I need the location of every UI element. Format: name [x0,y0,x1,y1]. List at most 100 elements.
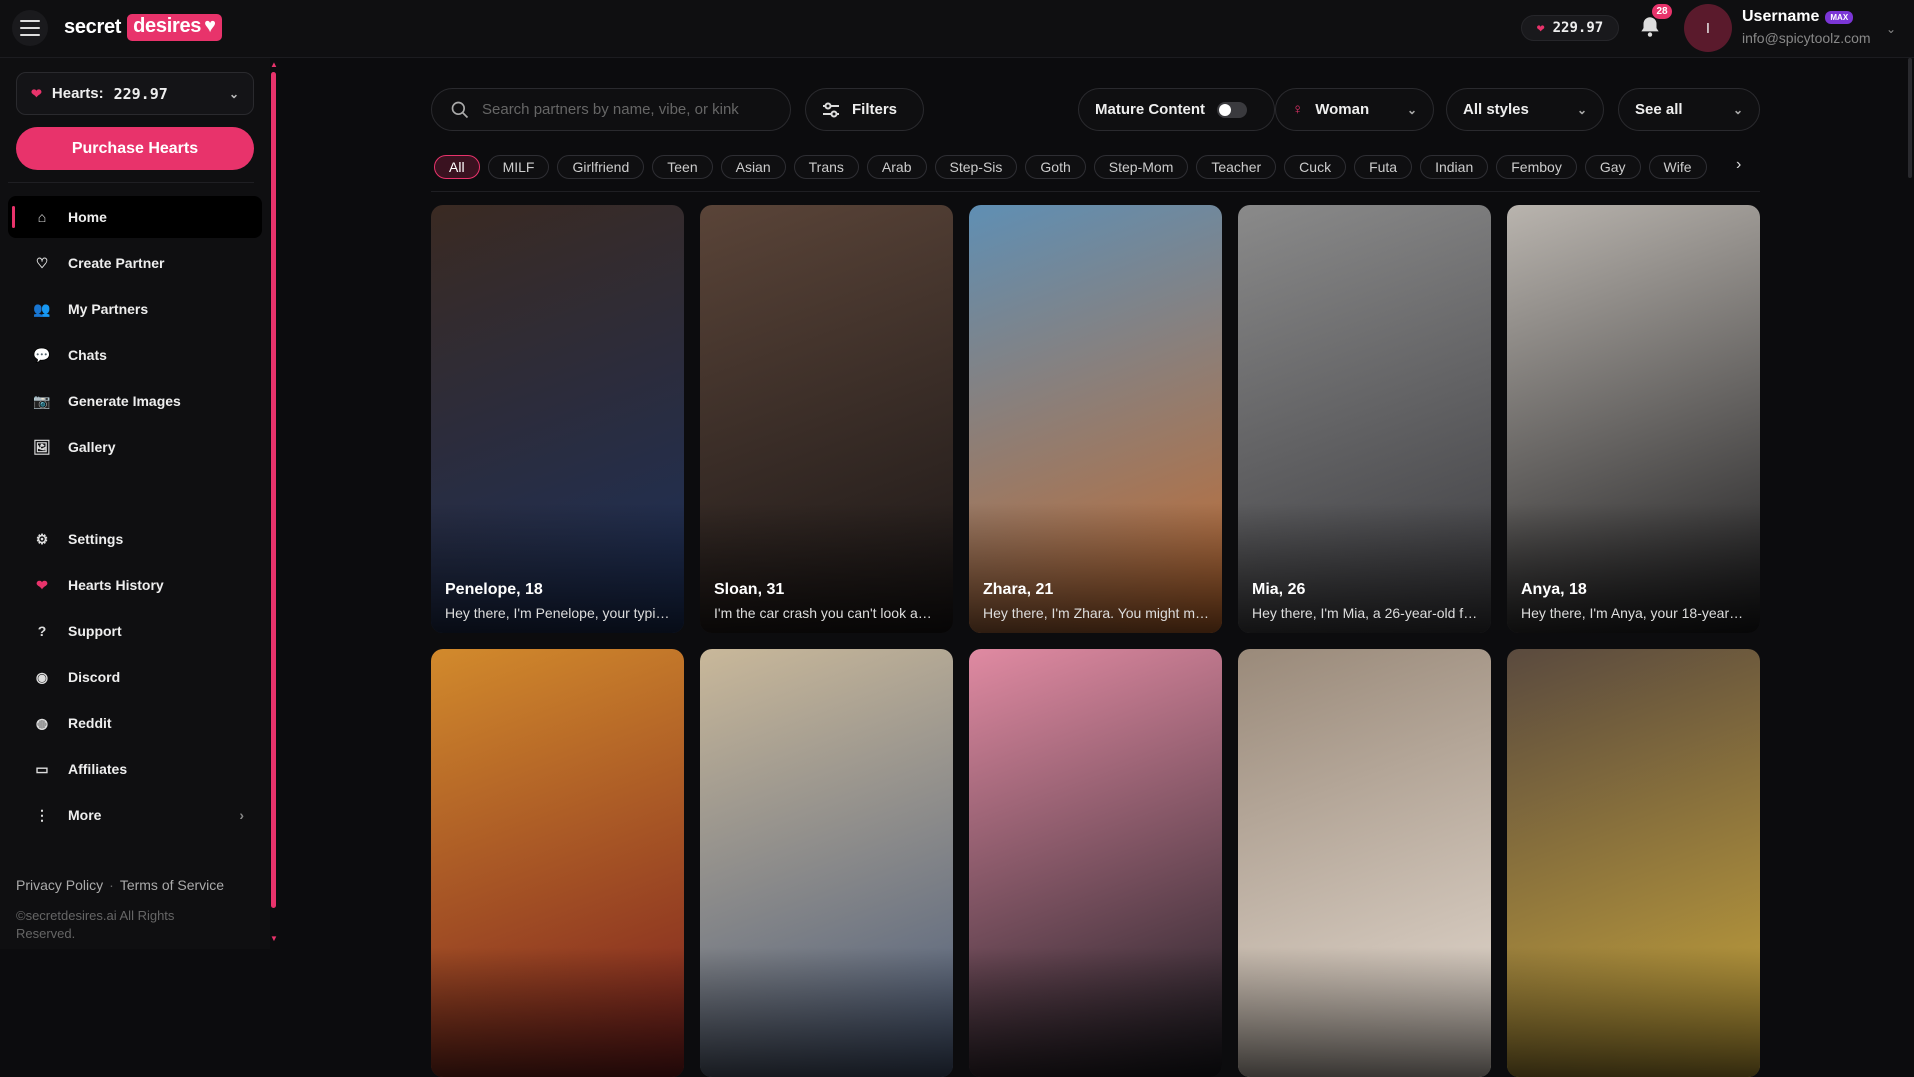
mature-content-toggle[interactable]: Mature Content [1078,88,1275,131]
gallery-icon: 🖼 [33,438,51,455]
sort-select[interactable]: See all ⌄ [1618,88,1760,131]
sidebar-item-label: Affiliates [68,761,128,777]
partner-name: Anya, 18 [1521,581,1587,598]
partner-card[interactable]: Mia, 26 Hey there, I'm Mia, a 26-year-old… [1238,205,1491,633]
sidebar-item-label: Settings [68,531,124,547]
sidebar-item-support[interactable]: ? Support [8,610,262,652]
user-name[interactable]: Username MAX [1742,8,1854,26]
partner-card[interactable] [431,649,684,1077]
toggle-switch[interactable] [1217,101,1247,118]
terms-of-service-link[interactable]: Terms of Service [120,877,224,893]
tag-gay[interactable]: Gay [1584,155,1641,179]
partner-description: I'm the car crash you can't look away fr… [714,605,940,621]
tag-futa[interactable]: Futa [1354,155,1413,179]
sidebar-item-label: Create Partner [68,255,165,271]
privacy-policy-link[interactable]: Privacy Policy [16,877,103,893]
top-bar: secret desires ♥ [0,0,1914,58]
partners-icon: 👥 [33,300,51,317]
sidebar-item-chats[interactable]: 💬 Chats [8,334,262,376]
sliders-icon [823,102,839,117]
home-icon: ⌂ [37,209,47,225]
tag-cuck[interactable]: Cuck [1284,155,1347,179]
tag-goth[interactable]: Goth [1025,155,1086,179]
partner-card[interactable] [1507,649,1760,1077]
sidebar-item-discord[interactable]: ◉ Discord [8,656,262,698]
hearts-value: 229.97 [113,84,168,103]
sidebar-item-my-partners[interactable]: 👥 My Partners [8,288,262,330]
page-scrollbar[interactable] [1908,58,1912,178]
sidebar-item-hearts-history[interactable]: ❤ Hearts History [8,564,262,606]
tag-trans[interactable]: Trans [793,155,859,179]
partner-card[interactable] [1238,649,1491,1077]
tag-teacher[interactable]: Teacher [1196,155,1277,179]
create-partner-icon: ♡ [35,254,49,271]
partner-name: Sloan, 31 [714,581,785,598]
chevron-right-icon[interactable]: › [1736,156,1741,174]
tag-milf[interactable]: MILF [487,155,550,179]
partner-card[interactable]: Sloan, 31 I'm the car crash you can't loo… [700,205,953,633]
hearts-balance-pill[interactable]: ❤ 229.97 [1521,15,1619,41]
partner-card[interactable]: Anya, 18 Hey there, I'm Anya, your 18-yea… [1507,205,1760,633]
sidebar-item-label: Discord [68,669,121,685]
sidebar-item-gallery[interactable]: 🖼 Gallery [8,426,262,468]
scroll-up-arrow-icon[interactable]: ▲ [270,60,278,69]
partner-card[interactable]: Zhara, 21 Hey there, I'm Zhara. You might… [969,205,1222,633]
hearts-dropdown[interactable]: ❤ Hearts: 229.97 ⌄ [16,72,254,115]
footer-links: Privacy Policy · Terms of Service [16,877,225,893]
notification-count-badge: 28 [1652,4,1672,19]
partner-name: Zhara, 21 [983,581,1054,598]
sidebar-item-affiliates[interactable]: ▭ Affiliates [8,748,262,790]
user-email: info@spicytoolz.com [1742,30,1871,46]
sidebar-item-label: Gallery [68,439,116,455]
sidebar-item-settings[interactable]: ⚙ Settings [8,518,262,560]
search-icon [451,101,469,118]
plan-badge: MAX [1825,10,1854,24]
tag-all[interactable]: All [434,155,480,179]
menu-button[interactable] [12,10,48,46]
tag-girlfriend[interactable]: Girlfriend [557,155,645,179]
sidebar-item-reddit[interactable]: ◍ Reddit [8,702,262,744]
avatar[interactable]: I [1684,4,1732,52]
search-input[interactable] [482,101,772,118]
hamburger-icon [20,20,40,22]
tag-indian[interactable]: Indian [1420,155,1489,179]
affiliates-icon: ▭ [35,760,49,777]
tag-step-sis[interactable]: Step-Sis [934,155,1018,179]
chevron-down-icon[interactable]: ⌄ [1886,22,1896,36]
gender-select[interactable]: ♀ Woman ⌄ [1275,88,1434,131]
heart-icon: ❤ [31,85,42,101]
partner-description: Hey there, I'm Zhara. You might mistake … [983,605,1209,621]
tag-wife[interactable]: Wife [1648,155,1707,179]
chat-icon: 💬 [33,346,51,363]
sidebar-item-generate-images[interactable]: 📷 Generate Images [8,380,262,422]
sidebar-item-label: More [68,807,102,823]
partner-description: Hey there, I'm Mia, a 26-year-old fitnes… [1252,605,1478,621]
logo-heart-icon: ♥ [204,15,216,37]
camera-icon: 📷 [33,392,51,409]
scroll-down-arrow-icon[interactable]: ▼ [270,934,278,943]
purchase-hearts-button[interactable]: Purchase Hearts [16,127,254,170]
sidebar-item-home[interactable]: ⌂ Home [8,196,262,238]
tag-step-mom[interactable]: Step-Mom [1093,155,1189,179]
hearts-balance: 229.97 [1552,20,1604,36]
partner-card[interactable] [700,649,953,1077]
style-select[interactable]: All styles ⌄ [1446,88,1604,131]
chevron-down-icon: ⌄ [1732,102,1743,117]
female-icon: ♀ [1292,101,1304,118]
sidebar-item-create-partner[interactable]: ♡ Create Partner [8,242,262,284]
tag-arab[interactable]: Arab [866,155,927,179]
sidebar-scrollbar[interactable] [271,72,276,908]
sidebar-item-more[interactable]: ⋮ More › [8,794,262,836]
sidebar-divider [8,182,254,183]
search-bar[interactable] [431,88,791,131]
tag-asian[interactable]: Asian [720,155,786,179]
logo-word-secret: secret [64,16,122,38]
partner-card[interactable]: Penelope, 18 Hey there, I'm Penelope, you… [431,205,684,633]
logo[interactable]: secret desires ♥ [64,14,222,41]
chevron-right-icon: › [239,807,244,823]
partner-card[interactable] [969,649,1222,1077]
gear-icon: ⚙ [35,530,49,547]
tag-femboy[interactable]: Femboy [1496,155,1577,179]
tag-teen[interactable]: Teen [652,155,713,179]
filters-button[interactable]: Filters [805,88,924,131]
